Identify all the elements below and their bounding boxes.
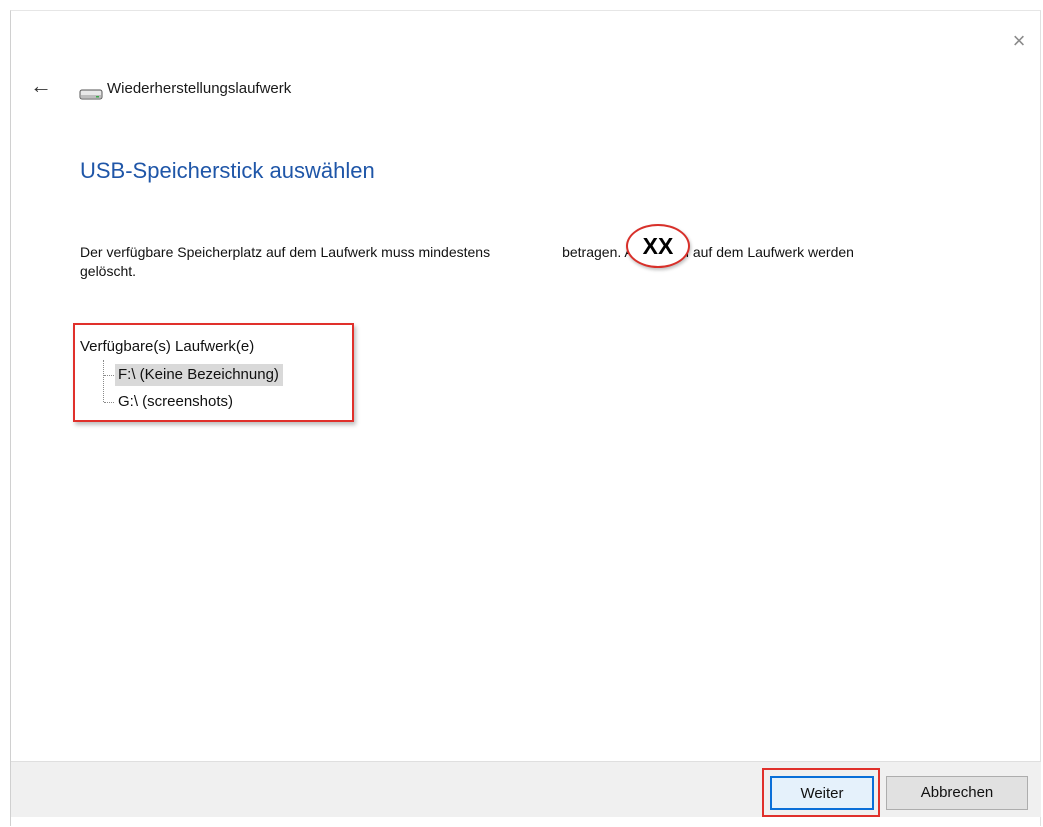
drive-item-f[interactable]: F:\ (Keine Bezeichnung) [115, 364, 283, 386]
back-arrow-icon[interactable]: ← [30, 75, 52, 97]
required-size-callout: XX [626, 224, 690, 268]
page-heading: USB-Speicherstick auswählen [80, 158, 375, 183]
tree-connector [104, 402, 114, 403]
description-text: Der verfügbare Speicherplatz auf dem Lau… [80, 243, 880, 281]
close-icon[interactable]: × [1007, 30, 1031, 54]
wizard-title: Wiederherstellungslaufwerk [107, 80, 292, 97]
next-button[interactable]: Weiter [770, 776, 874, 810]
tree-connector [103, 360, 104, 402]
drive-icon [79, 89, 103, 100]
tree-connector [104, 375, 114, 376]
drive-item-g[interactable]: G:\ (screenshots) [115, 391, 237, 413]
drive-tree-root: Verfügbare(s) Laufwerk(e) [80, 338, 255, 355]
cancel-button[interactable]: Abbrechen [886, 776, 1028, 810]
description-part-1: Der verfügbare Speicherplatz auf dem Lau… [80, 244, 491, 260]
